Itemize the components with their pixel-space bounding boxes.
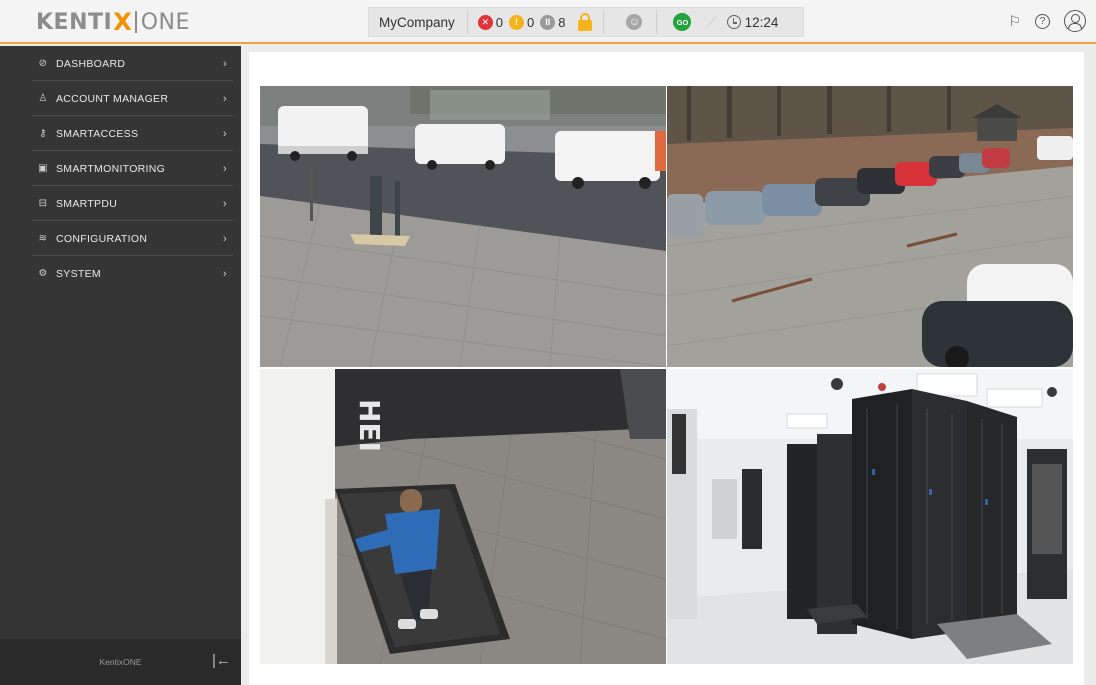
header-actions: ⚐ ? — [1008, 10, 1086, 32]
warning-icon[interactable]: ! — [509, 14, 525, 30]
sidebar-item-account-manager[interactable]: ♙ ACCOUNT MANAGER › — [0, 81, 241, 116]
logo-text: KENTI — [36, 9, 113, 35]
sidebar-item-label: SMARTACCESS — [56, 127, 139, 140]
sidebar-item-label: SMARTPDU — [56, 197, 118, 210]
muted-signal-icon[interactable]: ⟋ — [707, 14, 716, 30]
sidebar-item-label: SMARTMONITORING — [56, 162, 166, 175]
camera-image — [667, 369, 1073, 664]
sidebar-item-configuration[interactable]: ≋ CONFIGURATION › — [0, 221, 241, 256]
chevron-right-icon: › — [223, 162, 227, 175]
user-icon: ♙ — [38, 93, 48, 104]
sidebar-item-smartaccess[interactable]: ⚷ SMARTACCESS › — [0, 116, 241, 151]
sidebar-item-label: DASHBOARD — [56, 57, 126, 70]
pdu-icon: ⊟ — [38, 198, 48, 209]
kentix-logo[interactable]: KENTI X ONE — [36, 8, 190, 36]
camera-image: HEI — [260, 369, 666, 664]
status-bar: MyCompany ✕ 0 ! 0 II 8 ☺ GO ⟋ 12:24 — [368, 7, 804, 37]
company-name[interactable]: MyCompany — [369, 15, 463, 30]
sidebar-item-label: ACCOUNT MANAGER — [56, 92, 169, 105]
logo-divider — [134, 11, 137, 33]
sidebar-item-dashboard[interactable]: ⊘ DASHBOARD › — [0, 46, 241, 81]
other-count: 8 — [558, 14, 566, 30]
chevron-right-icon: › — [223, 127, 227, 140]
camera-image — [260, 86, 666, 367]
svg-text:HEI: HEI — [353, 399, 386, 452]
chevron-right-icon: › — [223, 197, 227, 210]
chevron-right-icon: › — [223, 232, 227, 245]
camera-view-parking[interactable] — [667, 86, 1073, 367]
divider — [466, 10, 468, 34]
flag-icon[interactable]: ⚐ — [1008, 14, 1021, 28]
gear-icon: ⚙ — [38, 268, 48, 279]
sidebar-item-smartmonitoring[interactable]: ▣ SMARTMONITORING › — [0, 151, 241, 186]
sidebar-item-label: SYSTEM — [56, 267, 101, 280]
camera-image — [667, 86, 1073, 367]
smiley-icon[interactable]: ☺ — [626, 14, 643, 30]
camera-view-entrance[interactable]: HEI — [260, 369, 666, 664]
footer-brand: KentixONE — [99, 657, 142, 667]
help-icon[interactable]: ? — [1035, 13, 1050, 29]
warning-count: 0 — [527, 14, 535, 30]
clock-icon — [726, 15, 741, 29]
dashboard-icon: ⊘ — [38, 58, 48, 69]
chevron-right-icon: › — [223, 57, 227, 70]
divider — [656, 10, 658, 34]
pause-icon[interactable]: II — [540, 14, 556, 30]
sliders-icon: ≋ — [38, 233, 48, 244]
camera-view-server-room[interactable] — [667, 369, 1073, 664]
chevron-right-icon: › — [223, 267, 227, 280]
collapse-sidebar-icon[interactable]: |← — [212, 652, 231, 669]
clock-time: 12:24 — [744, 14, 779, 30]
alarm-icon[interactable]: ✕ — [477, 14, 493, 30]
sidebar-item-system[interactable]: ⚙ SYSTEM › — [0, 256, 241, 291]
alarm-count: 0 — [495, 14, 504, 30]
key-icon: ⚷ — [39, 128, 47, 139]
logo-x: X — [113, 8, 132, 36]
lock-icon[interactable] — [577, 12, 593, 32]
go-badge[interactable]: GO — [673, 13, 692, 31]
monitor-icon: ▣ — [38, 163, 48, 174]
logo-suffix: ONE — [140, 9, 190, 35]
sidebar-item-smartpdu[interactable]: ⊟ SMARTPDU › — [0, 186, 241, 221]
sidebar: ⊘ DASHBOARD › ♙ ACCOUNT MANAGER › ⚷ SMAR… — [0, 46, 241, 685]
camera-view-street[interactable] — [260, 86, 666, 367]
sidebar-item-label: CONFIGURATION — [56, 232, 148, 245]
user-avatar-icon[interactable] — [1064, 10, 1086, 32]
top-bar: KENTI X ONE MyCompany ✕ 0 ! 0 II 8 ☺ GO ⟋ 12:… — [0, 0, 1096, 44]
sidebar-footer: KentixONE |← — [0, 639, 241, 685]
divider — [603, 10, 605, 34]
camera-grid: HEI — [260, 86, 1073, 664]
chevron-right-icon: › — [223, 92, 227, 105]
